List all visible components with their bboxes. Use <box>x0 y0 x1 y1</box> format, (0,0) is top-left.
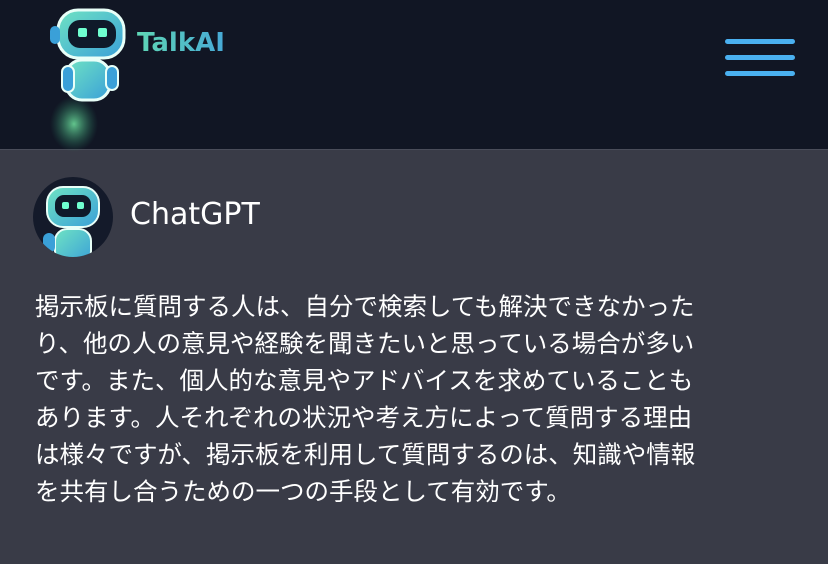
menu-bar <box>725 39 795 44</box>
chat-message: ChatGPT 掲示板に質問する人は、自分で検索しても解決できなかった り、他の… <box>0 151 828 564</box>
message-body: 掲示板に質問する人は、自分で検索しても解決できなかった り、他の人の意見や経験を… <box>35 288 795 510</box>
message-line: です。また、個人的な意見やアドバイスを求めていることも <box>35 366 694 395</box>
menu-bar <box>725 71 795 76</box>
message-line: り、他の人の意見や経験を聞きたいと思っている場合が多い <box>35 329 695 358</box>
robot-avatar-icon <box>33 177 113 257</box>
message-author: ChatGPT <box>130 197 260 232</box>
message-line: を共有し合うための一つの手段として有効です。 <box>35 477 571 506</box>
message-line: あります。人それぞれの状況や考え方によって質問する理由 <box>35 403 693 432</box>
menu-bar <box>725 55 795 60</box>
app-header: TalkAI <box>0 0 828 152</box>
robot-icon[interactable] <box>40 6 140 156</box>
message-line: は様々ですが、掲示板を利用して質問するのは、知識や情報 <box>35 440 696 469</box>
hamburger-menu-icon[interactable] <box>722 36 798 82</box>
brand-name[interactable]: TalkAI <box>137 28 225 58</box>
message-line: 掲示板に質問する人は、自分で検索しても解決できなかった <box>35 292 695 321</box>
